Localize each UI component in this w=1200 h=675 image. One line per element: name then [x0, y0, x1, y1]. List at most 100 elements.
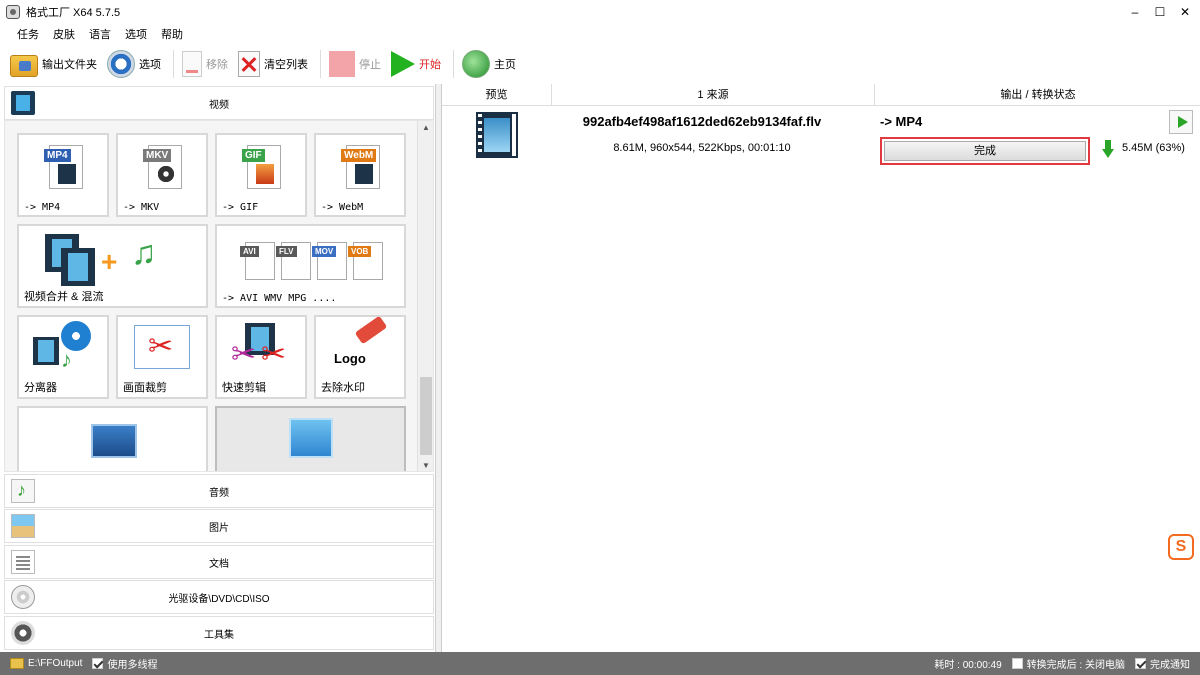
- tile-label: 分离器: [24, 382, 57, 394]
- play-icon: [391, 51, 415, 77]
- tile-to-webm[interactable]: WebM -> WebM: [314, 133, 406, 217]
- output-path[interactable]: E:\FFOutput: [28, 658, 82, 669]
- task-list: 预览 1 来源 输出 / 转换状态 992afb4ef498af1612ded6…: [441, 84, 1200, 652]
- mp4-file-icon: MP4: [44, 145, 83, 189]
- play-output-button[interactable]: [1169, 110, 1193, 134]
- toolbar-divider: [173, 50, 174, 78]
- scissors-icon: ✂: [148, 330, 174, 363]
- tile-label: -> MKV: [123, 202, 160, 213]
- mov-file-icon: MOV: [312, 242, 347, 280]
- reel-icon: [157, 164, 175, 184]
- options-label: 选项: [139, 59, 161, 71]
- category-label: 文档: [209, 558, 229, 570]
- scroll-down-arrow[interactable]: ▼: [418, 459, 433, 471]
- grid-scrollbar[interactable]: ▲ ▼: [417, 121, 433, 471]
- output-folder-label: 输出文件夹: [42, 59, 97, 71]
- tile-remove-watermark[interactable]: Logo 去除水印: [314, 315, 406, 399]
- music-note-icon: ♫: [131, 234, 157, 272]
- category-label: 图片: [209, 522, 229, 534]
- tile-to-mp4[interactable]: MP4 -> MP4: [17, 133, 109, 217]
- sunset-image-icon: [256, 164, 274, 184]
- tile-label: 视频合并 & 混流: [24, 291, 104, 303]
- tile-merge-mux[interactable]: + ♫ 视频合并 & 混流: [17, 224, 208, 308]
- options-icon: [107, 50, 135, 78]
- scroll-up-arrow[interactable]: ▲: [418, 121, 433, 135]
- tile-screen-record[interactable]: [17, 406, 208, 471]
- tile-label: 快速剪辑: [222, 382, 266, 394]
- stop-icon: [329, 51, 355, 77]
- column-source[interactable]: 1 来源: [552, 84, 875, 106]
- plus-icon: +: [101, 246, 118, 277]
- film-icon: [355, 164, 373, 184]
- status-bar: E:\FFOutput 使用多线程 耗时 : 00:00:49 转换完成后 : …: [0, 652, 1200, 675]
- tile-to-gif[interactable]: GIF -> GIF: [215, 133, 307, 217]
- remove-label: 移除: [206, 59, 228, 71]
- menu-options[interactable]: 选项: [118, 26, 154, 42]
- clear-list-button[interactable]: 清空列表: [238, 46, 308, 82]
- tile-label: -> WebM: [321, 202, 364, 213]
- category-video[interactable]: 视频: [4, 86, 434, 120]
- status-text: 完成: [884, 141, 1086, 161]
- film-icon: [61, 248, 95, 286]
- menu-bar: 任务 皮肤 语言 选项 帮助: [0, 24, 1200, 44]
- after-convert-checkbox[interactable]: [1011, 658, 1023, 669]
- size-reduced-arrow-icon: [1102, 140, 1114, 158]
- multithread-checkbox[interactable]: [92, 658, 104, 669]
- scissors-icon: ✂: [231, 338, 257, 371]
- mp4-badge: MP4: [44, 149, 71, 162]
- output-format: -> MP4: [880, 114, 923, 129]
- column-output-status[interactable]: 输出 / 转换状态: [875, 84, 1200, 106]
- mkv-file-icon: MKV: [143, 145, 182, 189]
- tile-crop[interactable]: ✂ 画面裁剪: [116, 315, 208, 399]
- tile-label: -> MP4: [24, 202, 61, 213]
- tile-splitter[interactable]: ♪ 分离器: [17, 315, 109, 399]
- source-filename: 992afb4ef498af1612ded62eb9134faf.flv: [582, 114, 822, 129]
- vob-file-icon: VOB: [348, 242, 383, 280]
- home-label: 主页: [494, 59, 516, 71]
- category-label: 光驱设备\DVD\CD\ISO: [168, 593, 270, 605]
- tile-quick-clip[interactable]: ✂ ✂ 快速剪辑: [215, 315, 307, 399]
- home-globe-icon: [462, 50, 490, 78]
- logo-text: Logo: [334, 351, 366, 366]
- gif-badge: GIF: [242, 149, 265, 162]
- film-icon: [58, 164, 76, 184]
- avi-badge: AVI: [240, 246, 259, 257]
- tile-to-avi-wmv-mpg[interactable]: AVI FLV MOV VOB -> AVI WMV MPG ....: [215, 224, 406, 308]
- webm-file-icon: WebM: [341, 145, 380, 189]
- gif-file-icon: GIF: [242, 145, 281, 189]
- home-button[interactable]: 主页: [462, 46, 516, 82]
- title-bar: 格式工厂 X64 5.7.5 – ☐ ✕: [0, 0, 1200, 24]
- menu-help[interactable]: 帮助: [154, 26, 190, 42]
- multithread-label: 使用多线程: [107, 660, 158, 671]
- remove-button[interactable]: 移除: [182, 46, 228, 82]
- category-tools[interactable]: 工具集: [4, 616, 434, 650]
- tile-video-player[interactable]: [215, 406, 406, 471]
- mkv-badge: MKV: [143, 149, 172, 162]
- category-audio[interactable]: 音频: [4, 474, 434, 508]
- source-info: 8.61M, 960x544, 522Kbps, 00:01:10: [613, 142, 791, 154]
- start-button[interactable]: 开始: [391, 46, 441, 82]
- output-size: 5.45M (63%): [1122, 142, 1185, 154]
- menu-language[interactable]: 语言: [82, 26, 118, 42]
- menu-task[interactable]: 任务: [10, 26, 46, 42]
- output-folder-button[interactable]: 输出文件夹: [10, 46, 97, 82]
- column-preview[interactable]: 预览: [442, 84, 552, 106]
- scissors-icon: ✂: [261, 338, 287, 371]
- category-picture[interactable]: 图片: [4, 509, 434, 543]
- tile-to-mkv[interactable]: MKV -> MKV: [116, 133, 208, 217]
- clear-list-icon: [238, 51, 260, 77]
- category-disc[interactable]: 光驱设备\DVD\CD\ISO: [4, 580, 434, 614]
- category-document[interactable]: 文档: [4, 545, 434, 579]
- scrollbar-thumb[interactable]: [420, 377, 432, 455]
- mov-badge: MOV: [312, 246, 337, 257]
- close-button[interactable]: ✕: [1170, 0, 1200, 24]
- notify-checkbox[interactable]: [1135, 658, 1146, 669]
- toolbar: 输出文件夹 选项 移除 清空列表 停止 开始 主页: [0, 44, 1200, 84]
- stop-button[interactable]: 停止: [329, 46, 381, 82]
- music-note-icon: ♪: [61, 347, 72, 372]
- video-tools-grid: MP4 -> MP4 MKV -> MKV GIF -> GIF WebM ->…: [4, 120, 434, 472]
- options-button[interactable]: 选项: [107, 46, 161, 82]
- ime-sogou-icon[interactable]: S: [1168, 534, 1194, 560]
- status-button[interactable]: 完成: [880, 137, 1090, 165]
- menu-skin[interactable]: 皮肤: [46, 26, 82, 42]
